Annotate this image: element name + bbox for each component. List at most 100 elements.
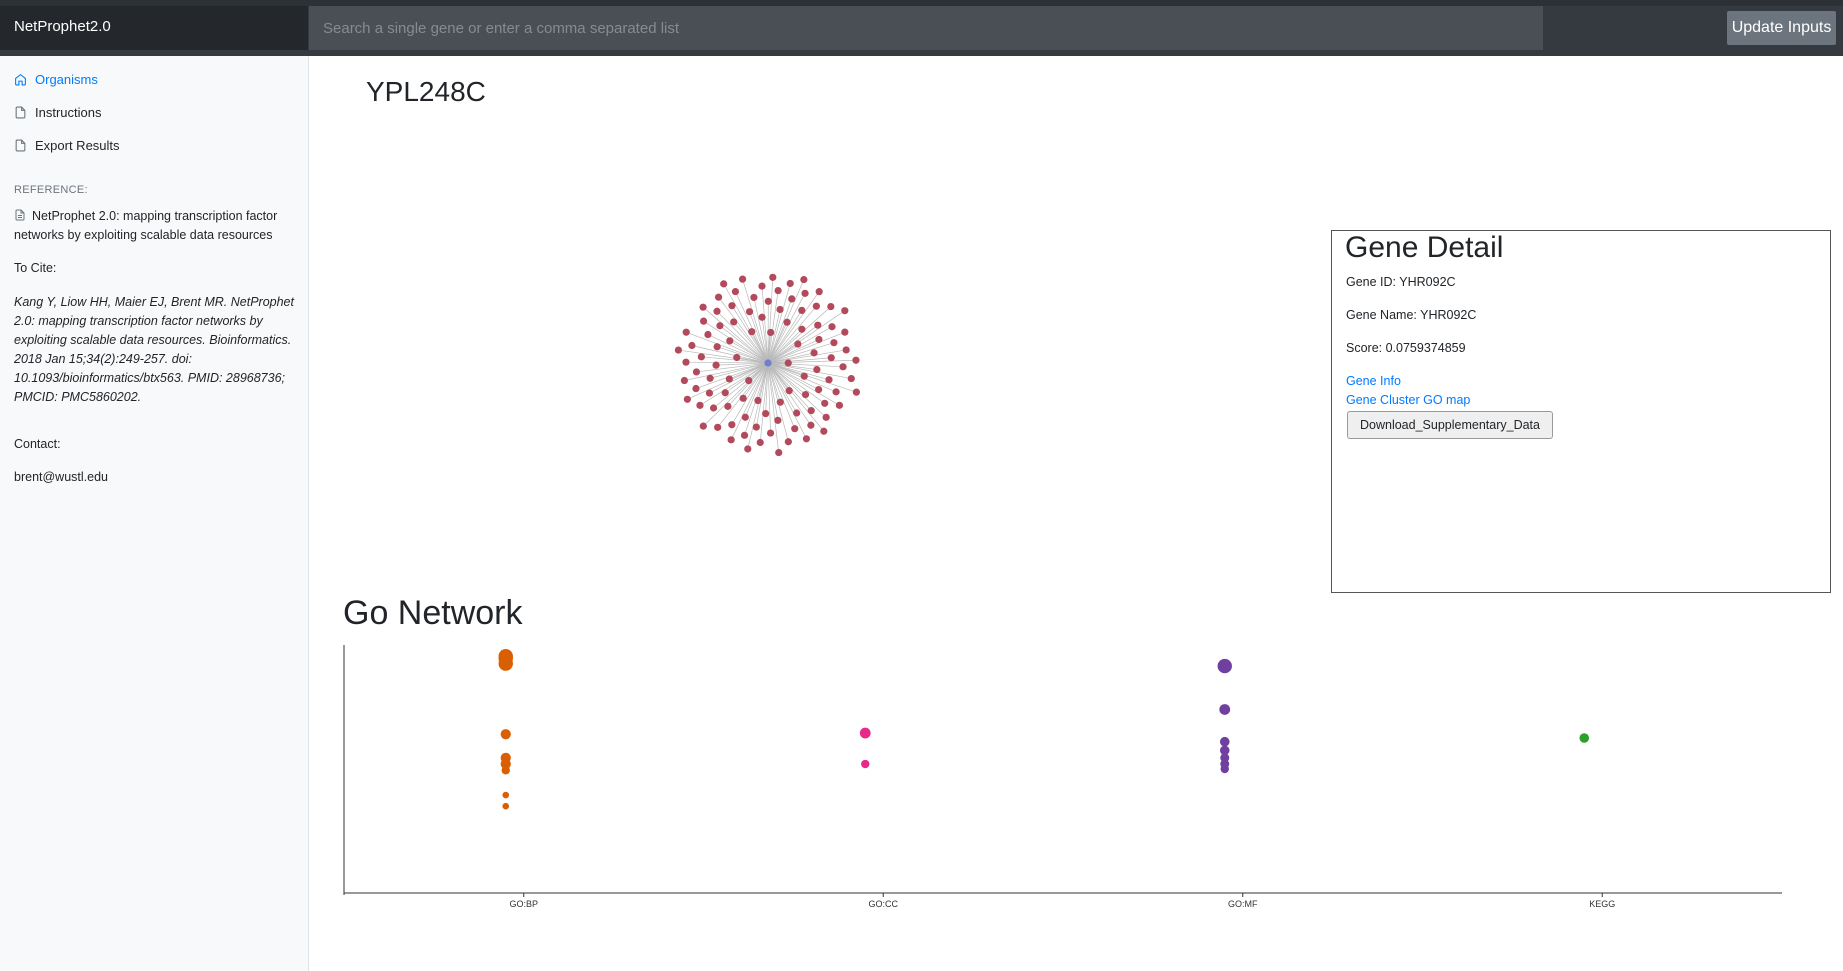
target-gene-node[interactable] xyxy=(720,280,728,288)
gene-search-input[interactable] xyxy=(309,6,1543,50)
go-term-point[interactable] xyxy=(859,727,871,739)
brand-link[interactable]: NetProphet2.0 xyxy=(0,6,308,50)
target-gene-node[interactable] xyxy=(839,363,847,371)
target-gene-node[interactable] xyxy=(786,279,794,288)
target-gene-node[interactable] xyxy=(821,399,829,407)
target-gene-node[interactable] xyxy=(688,341,696,350)
target-gene-node[interactable] xyxy=(748,328,756,336)
target-gene-node[interactable] xyxy=(830,339,838,347)
target-gene-node[interactable] xyxy=(785,387,793,395)
target-gene-node[interactable] xyxy=(697,353,705,361)
target-gene-node[interactable] xyxy=(827,354,835,362)
reference-link[interactable]: NetProphet 2.0: mapping transcription fa… xyxy=(14,207,294,245)
target-gene-node[interactable] xyxy=(709,404,718,412)
gene-network-graph[interactable] xyxy=(660,255,880,475)
target-gene-node[interactable] xyxy=(801,289,809,297)
go-term-point[interactable] xyxy=(500,729,511,740)
target-gene-node[interactable] xyxy=(745,377,753,385)
go-term-point[interactable] xyxy=(1217,658,1232,674)
target-gene-node[interactable] xyxy=(682,358,690,366)
target-gene-node[interactable] xyxy=(705,389,714,397)
target-gene-node[interactable] xyxy=(802,435,811,443)
target-gene-node[interactable] xyxy=(769,273,777,281)
target-gene-node[interactable] xyxy=(852,388,860,396)
target-gene-node[interactable] xyxy=(740,431,749,439)
target-gene-node[interactable] xyxy=(813,365,821,374)
go-term-point[interactable] xyxy=(1220,764,1229,774)
go-term-point[interactable] xyxy=(502,791,510,799)
target-gene-node[interactable] xyxy=(783,318,791,326)
target-gene-node[interactable] xyxy=(784,438,792,446)
target-gene-node[interactable] xyxy=(775,448,783,457)
target-gene-node[interactable] xyxy=(810,349,818,357)
target-gene-node[interactable] xyxy=(683,395,691,403)
target-gene-node[interactable] xyxy=(832,388,840,396)
target-gene-node[interactable] xyxy=(762,410,770,418)
target-gene-node[interactable] xyxy=(714,423,722,431)
target-gene-node[interactable] xyxy=(706,374,714,382)
target-gene-node[interactable] xyxy=(827,302,835,311)
target-gene-node[interactable] xyxy=(815,288,823,296)
target-gene-node[interactable] xyxy=(774,286,782,295)
target-gene-node[interactable] xyxy=(752,423,760,431)
target-gene-node[interactable] xyxy=(774,416,782,424)
target-gene-node[interactable] xyxy=(728,421,736,429)
target-gene-node[interactable] xyxy=(841,328,849,336)
target-gene-node[interactable] xyxy=(692,384,700,393)
target-gene-node[interactable] xyxy=(758,313,766,321)
go-term-point[interactable] xyxy=(861,759,870,769)
target-gene-node[interactable] xyxy=(788,295,796,303)
target-gene-node[interactable] xyxy=(738,275,747,283)
target-gene-node[interactable] xyxy=(739,394,747,402)
target-gene-node[interactable] xyxy=(815,386,823,394)
target-gene-node[interactable] xyxy=(680,376,688,385)
go-term-point[interactable] xyxy=(501,766,510,775)
target-gene-node[interactable] xyxy=(835,401,844,409)
target-gene-node[interactable] xyxy=(731,287,740,296)
target-gene-node[interactable] xyxy=(713,307,721,315)
target-gene-node[interactable] xyxy=(756,438,764,447)
target-gene-node[interactable] xyxy=(699,422,707,430)
target-gene-node[interactable] xyxy=(674,346,682,354)
gene-cluster-go-map-link[interactable]: Gene Cluster GO map xyxy=(1346,393,1470,407)
target-gene-node[interactable] xyxy=(700,317,708,325)
target-gene-node[interactable] xyxy=(713,343,721,351)
update-inputs-button[interactable]: Update Inputs xyxy=(1727,11,1836,45)
central-gene-node[interactable] xyxy=(764,359,772,367)
target-gene-node[interactable] xyxy=(807,407,815,415)
target-gene-node[interactable] xyxy=(842,346,850,354)
target-gene-node[interactable] xyxy=(692,368,701,376)
target-gene-node[interactable] xyxy=(712,361,720,369)
target-gene-node[interactable] xyxy=(682,328,690,336)
target-gene-node[interactable] xyxy=(764,297,772,305)
target-gene-node[interactable] xyxy=(745,308,754,316)
target-gene-node[interactable] xyxy=(725,375,733,383)
target-gene-node[interactable] xyxy=(754,396,762,405)
target-gene-node[interactable] xyxy=(794,340,802,348)
target-gene-node[interactable] xyxy=(852,356,860,364)
target-gene-node[interactable] xyxy=(727,436,735,444)
target-gene-node[interactable] xyxy=(767,328,775,337)
target-gene-node[interactable] xyxy=(800,372,808,380)
download-supplementary-data-button[interactable]: Download_Supplementary_Data xyxy=(1347,411,1553,439)
target-gene-node[interactable] xyxy=(801,391,810,399)
target-gene-node[interactable] xyxy=(758,282,766,290)
target-gene-node[interactable] xyxy=(733,353,741,362)
target-gene-node[interactable] xyxy=(820,427,828,435)
target-gene-node[interactable] xyxy=(716,322,724,330)
target-gene-node[interactable] xyxy=(841,307,849,315)
target-gene-node[interactable] xyxy=(784,359,792,367)
target-gene-node[interactable] xyxy=(714,293,723,301)
target-gene-node[interactable] xyxy=(807,421,815,429)
go-term-point[interactable] xyxy=(502,802,510,810)
go-term-point[interactable] xyxy=(498,656,513,671)
target-gene-node[interactable] xyxy=(750,293,758,302)
target-gene-node[interactable] xyxy=(741,413,749,421)
target-gene-node[interactable] xyxy=(847,374,855,383)
target-gene-node[interactable] xyxy=(704,330,712,339)
go-term-point[interactable] xyxy=(1579,733,1590,743)
target-gene-node[interactable] xyxy=(744,445,752,453)
target-gene-node[interactable] xyxy=(728,302,736,310)
target-gene-node[interactable] xyxy=(730,318,738,326)
target-gene-node[interactable] xyxy=(721,389,729,397)
